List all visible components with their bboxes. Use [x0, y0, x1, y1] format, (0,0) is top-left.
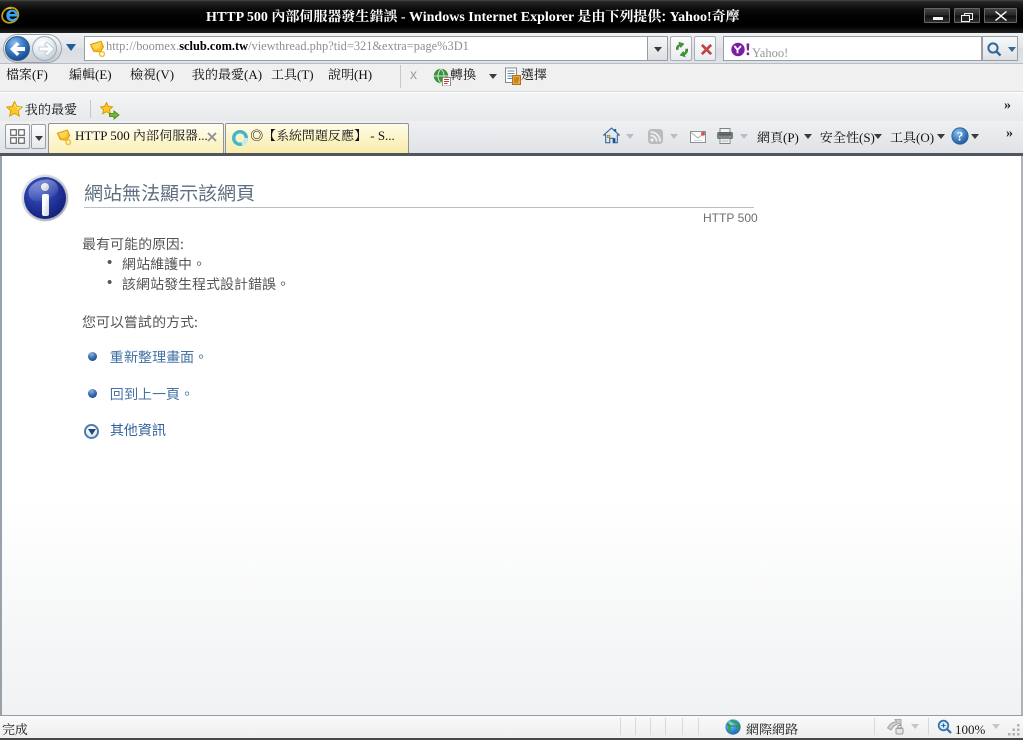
svg-text:?: ?	[957, 129, 964, 144]
